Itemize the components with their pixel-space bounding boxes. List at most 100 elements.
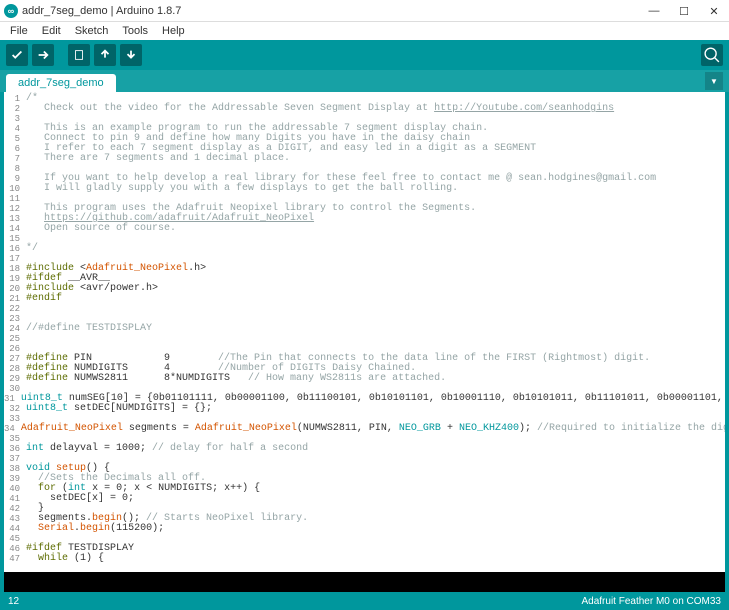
line-content[interactable]: Check out the video for the Addressable …: [26, 104, 725, 114]
line-content[interactable]: #include <Adafruit_NeoPixel.h>: [26, 264, 725, 274]
line-content[interactable]: [26, 334, 725, 344]
line-content[interactable]: //#define TESTDISPLAY: [26, 324, 725, 334]
line-content[interactable]: [26, 454, 725, 464]
line-number: 11: [4, 194, 26, 204]
line-number: 47: [4, 554, 26, 564]
line-content[interactable]: Adafruit_NeoPixel segments = Adafruit_Ne…: [21, 424, 725, 434]
open-button[interactable]: [94, 44, 116, 66]
tab-sketch[interactable]: addr_7seg_demo: [6, 74, 116, 92]
line-number: 31: [4, 394, 21, 404]
code-line[interactable]: 7 There are 7 segments and 1 decimal pla…: [4, 154, 725, 164]
line-number: 4: [4, 124, 26, 134]
code-line[interactable]: 41 setDEC[x] = 0;: [4, 494, 725, 504]
line-number: 36: [4, 444, 26, 454]
code-line[interactable]: 34Adafruit_NeoPixel segments = Adafruit_…: [4, 424, 725, 434]
tab-bar: addr_7seg_demo ▼: [0, 70, 729, 92]
line-number: 46: [4, 544, 26, 554]
code-line[interactable]: 37: [4, 454, 725, 464]
console-area[interactable]: [0, 572, 729, 592]
code-line[interactable]: 14 Open source of course.: [4, 224, 725, 234]
line-number: 2: [4, 104, 26, 114]
line-content[interactable]: [26, 234, 725, 244]
code-line[interactable]: 32uint8_t setDEC[NUMDIGITS] = {};: [4, 404, 725, 414]
code-line[interactable]: 15: [4, 234, 725, 244]
window-controls: — ☐ ✕: [639, 0, 729, 22]
line-number: 39: [4, 474, 26, 484]
line-number: 5: [4, 134, 26, 144]
save-button[interactable]: [120, 44, 142, 66]
code-line[interactable]: 47 while (1) {: [4, 554, 725, 564]
line-number: 43: [4, 514, 26, 524]
menu-sketch[interactable]: Sketch: [69, 24, 115, 38]
line-content[interactable]: Serial.begin(115200);: [26, 524, 725, 534]
code-editor[interactable]: 1/*2 Check out the video for the Address…: [4, 92, 725, 572]
line-number: 40: [4, 484, 26, 494]
menu-file[interactable]: File: [4, 24, 34, 38]
line-content[interactable]: int delayval = 1000; // delay for half a…: [26, 444, 725, 454]
menu-tools[interactable]: Tools: [116, 24, 154, 38]
maximize-button[interactable]: ☐: [669, 0, 699, 22]
line-number: 12: [4, 204, 26, 214]
line-content[interactable]: */: [26, 244, 725, 254]
line-number: 29: [4, 374, 26, 384]
line-content[interactable]: #define NUMWS2811 8*NUMDIGITS // How man…: [26, 374, 725, 384]
menu-edit[interactable]: Edit: [36, 24, 67, 38]
arduino-icon: ∞: [4, 4, 18, 18]
line-number: 13: [4, 214, 26, 224]
line-number: 45: [4, 534, 26, 544]
line-number: 10: [4, 184, 26, 194]
line-content[interactable]: #include <avr/power.h>: [26, 284, 725, 294]
line-number: 18: [4, 264, 26, 274]
line-content[interactable]: There are 7 segments and 1 decimal place…: [26, 154, 725, 164]
line-content[interactable]: #endif: [26, 294, 725, 304]
serial-monitor-button[interactable]: [701, 44, 723, 66]
code-line[interactable]: 46#ifdef TESTDISPLAY: [4, 544, 725, 554]
code-line[interactable]: 10 I will gladly supply you with a few d…: [4, 184, 725, 194]
menu-help[interactable]: Help: [156, 24, 191, 38]
line-number: 7: [4, 154, 26, 164]
line-number: 9: [4, 174, 26, 184]
line-number: 19: [4, 274, 26, 284]
line-content[interactable]: setDEC[x] = 0;: [26, 494, 725, 504]
line-content[interactable]: [26, 304, 725, 314]
line-number: 26: [4, 344, 26, 354]
status-bar: 12 Adafruit Feather M0 on COM33: [0, 592, 729, 610]
code-line[interactable]: 21#endif: [4, 294, 725, 304]
code-line[interactable]: 2 Check out the video for the Addressabl…: [4, 104, 725, 114]
code-line[interactable]: 16*/: [4, 244, 725, 254]
line-number: 37: [4, 454, 26, 464]
line-number: 8: [4, 164, 26, 174]
line-number: 21: [4, 294, 26, 304]
line-number: 42: [4, 504, 26, 514]
code-line[interactable]: 36int delayval = 1000; // delay for half…: [4, 444, 725, 454]
code-line[interactable]: 25: [4, 334, 725, 344]
line-content[interactable]: Open source of course.: [26, 224, 725, 234]
line-number: 25: [4, 334, 26, 344]
line-number: 27: [4, 354, 26, 364]
line-content[interactable]: #ifdef TESTDISPLAY: [26, 544, 725, 554]
verify-button[interactable]: [6, 44, 28, 66]
new-button[interactable]: [68, 44, 90, 66]
line-number: 16: [4, 244, 26, 254]
code-line[interactable]: 29#define NUMWS2811 8*NUMDIGITS // How m…: [4, 374, 725, 384]
toolbar: [0, 40, 729, 70]
line-content[interactable]: while (1) {: [26, 554, 725, 564]
code-line[interactable]: 18#include <Adafruit_NeoPixel.h>: [4, 264, 725, 274]
line-content[interactable]: I will gladly supply you with a few disp…: [26, 184, 725, 194]
close-button[interactable]: ✕: [699, 0, 729, 22]
upload-button[interactable]: [32, 44, 54, 66]
minimize-button[interactable]: —: [639, 0, 669, 22]
line-content[interactable]: uint8_t setDEC[NUMDIGITS] = {};: [26, 404, 725, 414]
code-line[interactable]: 44 Serial.begin(115200);: [4, 524, 725, 534]
code-line[interactable]: 24//#define TESTDISPLAY: [4, 324, 725, 334]
line-number: 34: [4, 424, 21, 434]
line-number: 17: [4, 254, 26, 264]
line-number: 14: [4, 224, 26, 234]
code-line[interactable]: 20#include <avr/power.h>: [4, 284, 725, 294]
line-number: 22: [4, 304, 26, 314]
tab-menu-icon[interactable]: ▼: [705, 72, 723, 90]
line-number: 41: [4, 494, 26, 504]
line-number: 24: [4, 324, 26, 334]
line-number: 35: [4, 434, 26, 444]
code-line[interactable]: 22: [4, 304, 725, 314]
